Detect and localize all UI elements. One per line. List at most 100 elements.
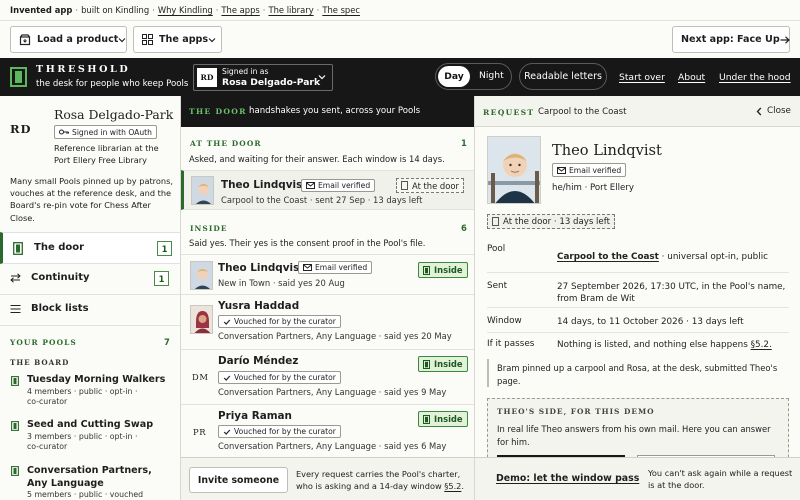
signed-in-label: Signed in as: [222, 67, 269, 76]
request-avatar: [487, 136, 541, 204]
readable-letters-toggle[interactable]: Readable letters: [519, 63, 607, 90]
chevron-down-icon: [118, 37, 126, 43]
handshake-row[interactable]: Theo Lindqvist Email verified Inside New…: [181, 254, 474, 295]
spec-link[interactable]: §5.2.: [751, 340, 772, 350]
swap-arrows-icon: [10, 273, 21, 283]
pool-item[interactable]: Tuesday Morning Walkers 4 members · publ…: [0, 372, 180, 416]
request-panel: REQUEST Carpool to the Coast Close Theo …: [475, 96, 800, 500]
field-value-if-passes: Nothing is listed, and nothing else happ…: [557, 340, 772, 350]
link-why-kindling[interactable]: Why Kindling: [158, 5, 213, 15]
load-product-button[interactable]: Load a product: [10, 26, 127, 53]
email-verified-badge: Email verified: [552, 163, 627, 177]
request-note: Bram pinned up a carpool and Rosa, at th…: [487, 359, 787, 388]
demo-let-window-pass-link[interactable]: Demo: let the window pass: [496, 473, 639, 484]
vouched-badge: Vouched for by the curator: [218, 371, 341, 384]
oauth-badge: Signed in with OAuth: [54, 125, 157, 139]
door-panel-header: THE DOOR handshakes you sent, across you…: [181, 96, 474, 127]
app-label: Invented app: [10, 5, 73, 15]
box-icon: [19, 33, 31, 46]
handshake-row[interactable]: PR Priya Raman Vouched for by the curato…: [181, 405, 474, 457]
handshake-row[interactable]: Theo Lindqvist Email verified At the doo…: [181, 170, 474, 210]
spec-link[interactable]: §5.2: [444, 481, 461, 491]
pool-meta: 4 members · public · opt-in · co-curator: [27, 387, 138, 406]
user-initials-avatar: RD: [197, 68, 217, 87]
at-the-door-count: 1: [461, 138, 467, 148]
door-icon: [11, 421, 19, 431]
handshake-name: Theo Lindqvist: [218, 262, 305, 274]
nav-block-lists-label: Block lists: [31, 303, 89, 314]
pool-name: Conversation Partners, Any Language: [27, 465, 152, 489]
inside-status: Inside: [418, 411, 468, 427]
envelope-icon: [303, 264, 312, 271]
close-button[interactable]: Close: [756, 106, 791, 116]
handshake-name: Priya Raman: [218, 410, 292, 422]
handshake-name: Theo Lindqvist: [221, 179, 308, 191]
field-key-pool: Pool: [487, 244, 506, 254]
invite-someone-button[interactable]: Invite someone: [189, 467, 288, 493]
demo-heading: THEO'S SIDE, FOR THIS DEMO: [497, 407, 655, 416]
inside-status: Inside: [418, 262, 468, 278]
nav-the-door[interactable]: The door 1: [0, 232, 180, 264]
nav-block-lists[interactable]: Block lists: [0, 295, 180, 326]
chevron-left-icon: [756, 107, 762, 116]
built-on-label: built on Kindling: [81, 5, 150, 15]
the-apps-button[interactable]: The apps: [133, 26, 222, 53]
day-mode-button[interactable]: Day: [438, 66, 470, 87]
check-shield-icon: [223, 428, 231, 436]
user-name: Rosa Delgado-Park: [222, 77, 321, 88]
handshake-row[interactable]: Yusra Haddad Vouched for by the curator …: [181, 295, 474, 350]
request-title: Carpool to the Coast: [538, 107, 627, 117]
grid-icon: [142, 34, 153, 45]
door-icon: [401, 181, 408, 190]
threshold-logo-icon: [10, 67, 27, 87]
link-the-spec[interactable]: The spec: [322, 5, 360, 15]
profile-role: Reference librarian at the Port Ellery F…: [54, 143, 159, 165]
check-shield-icon: [223, 374, 231, 382]
request-header: REQUEST Carpool to the Coast Close: [475, 96, 800, 127]
arrow-right-icon: [780, 35, 790, 44]
door-subtitle: handshakes you sent, across your Pools: [249, 106, 421, 116]
pool-item[interactable]: Seed and Cutting Swap 3 members · public…: [0, 416, 180, 460]
handshake-detail: Conversation Partners, Any Language · sa…: [218, 441, 447, 451]
vouched-badge: Vouched for by the curator: [218, 425, 341, 438]
top-strip: Invented app · built on Kindling · Why K…: [0, 0, 800, 21]
start-over-link[interactable]: Start over: [619, 72, 665, 83]
demo-text: In real life Theo answers from his own m…: [497, 424, 771, 447]
avatar: [191, 176, 214, 205]
link-the-apps[interactable]: The apps: [221, 5, 259, 15]
next-app-button[interactable]: Next app: Face Up: [672, 26, 790, 53]
user-switcher[interactable]: RD Signed in as Rosa Delgado-Park: [193, 64, 333, 91]
email-verified-badge: Email verified: [298, 261, 373, 274]
handshake-name: Darío Méndez: [218, 355, 299, 367]
pool-item[interactable]: Conversation Partners, Any Language 5 me…: [0, 461, 180, 500]
at-the-door-heading: AT THE DOOR: [190, 139, 262, 148]
about-link[interactable]: About: [678, 72, 705, 83]
nav-continuity-label: Continuity: [31, 272, 90, 283]
theme-toggle: Day Night: [435, 63, 512, 90]
pool-link[interactable]: Carpool to the Coast: [557, 252, 659, 262]
next-app-label: Next app: Face Up: [681, 34, 780, 45]
pool-name: Seed and Cutting Swap: [27, 419, 154, 430]
handshake-row[interactable]: DM Darío Méndez Vouched for by the curat…: [181, 350, 474, 405]
chevron-down-icon: [318, 74, 326, 80]
your-pools-heading: YOUR POOLS: [10, 338, 77, 347]
pool-name: Tuesday Morning Walkers: [27, 374, 166, 385]
nav-continuity[interactable]: Continuity 1: [0, 264, 180, 295]
at-the-door-description: Asked, and waiting for their answer. Eac…: [189, 154, 445, 164]
check-shield-icon: [223, 318, 231, 326]
night-mode-button[interactable]: Night: [479, 70, 504, 81]
request-name: Theo Lindqvist: [552, 142, 662, 159]
readable-letters-label: Readable letters: [524, 71, 602, 82]
at-the-door-status: At the door: [396, 178, 464, 193]
demo-note: You can't ask again while a request is a…: [648, 468, 793, 490]
list-icon: [10, 304, 21, 314]
link-the-library[interactable]: The library: [268, 5, 313, 15]
field-key-if-passes: If it passes: [487, 339, 535, 349]
field-value-pool: Carpool to the Coast · universal opt-in,…: [557, 252, 768, 262]
avatar: PR: [193, 427, 207, 437]
envelope-icon: [557, 166, 566, 174]
under-the-hood-link[interactable]: Under the hood: [719, 72, 791, 83]
oauth-badge-label: Signed in with OAuth: [72, 127, 152, 137]
vouched-badge: Vouched for by the curator: [218, 315, 341, 328]
nav-the-door-label: The door: [34, 242, 85, 253]
